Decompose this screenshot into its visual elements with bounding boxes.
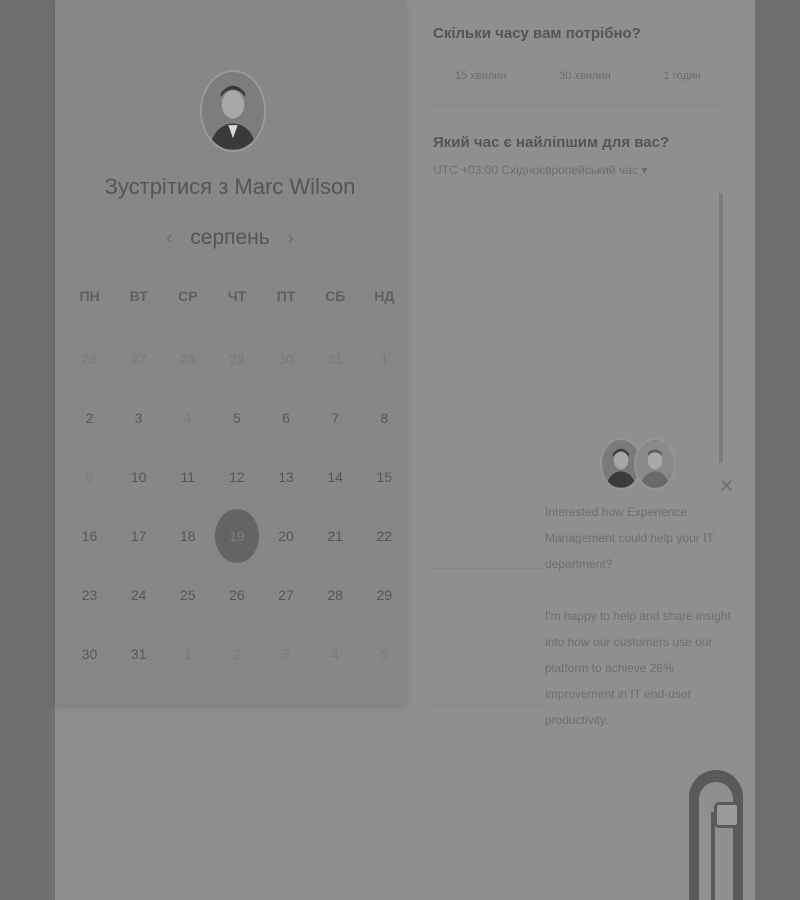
calendar-day[interactable]: 5 bbox=[212, 407, 261, 429]
calendar-day[interactable]: 15 bbox=[360, 466, 409, 488]
calendar-day: 5 bbox=[380, 646, 389, 662]
calendar-day: 28 bbox=[180, 351, 196, 367]
calendar-day[interactable]: 26 bbox=[212, 584, 261, 606]
calendar-week: 23 24 25 26 27 28 29 bbox=[65, 584, 409, 606]
calendar-day: 4 bbox=[331, 646, 340, 662]
calendar-day[interactable]: 14 bbox=[311, 466, 360, 488]
month-label: серпень bbox=[190, 226, 270, 249]
agent-avatars bbox=[600, 436, 680, 492]
duration-question: Скільки часу вам потрібно? bbox=[433, 25, 641, 42]
calendar-week: 26 27 28 29 30 31 1 bbox=[65, 348, 409, 370]
weekday-label: ЧТ bbox=[227, 288, 247, 304]
calendar-day[interactable]: 20 bbox=[262, 525, 311, 547]
calendar-week: 30 31 1 2 3 4 5 bbox=[65, 643, 409, 665]
duration-option-60[interactable]: 1 годин bbox=[664, 70, 701, 82]
calendar-day: 31 bbox=[327, 351, 343, 367]
calendar-day: 9 bbox=[85, 469, 94, 485]
calendar-day[interactable]: 3 bbox=[114, 407, 163, 429]
calendar-day[interactable]: 12 bbox=[212, 466, 261, 488]
chevron-left-icon[interactable]: ‹ bbox=[166, 228, 172, 249]
month-navigation: ‹ серпень › bbox=[55, 224, 405, 252]
calendar-week: 2 3 4 5 6 7 8 bbox=[65, 407, 409, 429]
chat-popup: ✕ Interested how Experience Management c… bbox=[545, 436, 755, 736]
calendar-week: 9 10 11 12 13 14 15 bbox=[65, 466, 409, 488]
calendar-week: 16 17 18 19 20 21 22 bbox=[65, 525, 409, 547]
calendar-day[interactable]: 29 bbox=[360, 584, 409, 606]
weekday-header: ПН ВТ СР ЧТ ПТ СБ НД bbox=[65, 288, 409, 304]
weekday-label: СР bbox=[178, 288, 198, 304]
calendar-day: 26 bbox=[81, 351, 98, 367]
chat-message-2: I'm happy to help and share insight into… bbox=[545, 609, 731, 727]
time-slot[interactable]: 15:45 bbox=[533, 217, 653, 229]
time-slot-scrollbar[interactable] bbox=[719, 193, 723, 463]
time-slot[interactable]: 16:00 bbox=[533, 281, 653, 293]
chat-launcher-inner bbox=[699, 782, 740, 900]
host-avatar bbox=[200, 70, 266, 152]
calendar-day[interactable]: 18 bbox=[163, 525, 212, 547]
calendar-day[interactable]: 10 bbox=[114, 466, 163, 488]
calendar-card: Зустрітися з Marc Wilson ‹ серпень › ПН … bbox=[55, 0, 405, 705]
scheduler-page: Зустрітися з Marc Wilson ‹ серпень › ПН … bbox=[55, 0, 755, 900]
calendar-day: 3 bbox=[282, 646, 290, 662]
calendar-day: 27 bbox=[130, 351, 147, 367]
agent-avatar-image bbox=[636, 440, 674, 488]
timezone-dropdown[interactable]: UTC +03:00 Східноєвропейський час ▾ bbox=[433, 163, 647, 177]
calendar-day[interactable]: 16 bbox=[65, 525, 114, 547]
calendar-day[interactable]: 7 bbox=[311, 407, 360, 429]
chat-message-1: Interested how Experience Management cou… bbox=[545, 505, 714, 571]
calendar-day: 2 bbox=[233, 646, 241, 662]
calendar-day[interactable]: 22 bbox=[360, 525, 409, 547]
duration-options: 15 хвилин 30 хвилин 1 годин bbox=[433, 70, 723, 82]
calendar-day[interactable]: 27 bbox=[262, 584, 311, 606]
calendar-day[interactable]: 6 bbox=[262, 407, 311, 429]
time-slot[interactable]: 16:30 bbox=[533, 408, 653, 420]
calendar-day[interactable]: 23 bbox=[65, 584, 114, 606]
weekday-label: ПН bbox=[79, 288, 100, 304]
calendar-day: 4 bbox=[183, 410, 192, 426]
weekday-label: НД bbox=[374, 288, 395, 304]
time-slot[interactable]: 16:15 bbox=[533, 344, 653, 356]
host-avatar-image bbox=[202, 72, 264, 150]
calendar-day: 1 bbox=[380, 351, 389, 367]
weekday-label: ПТ bbox=[276, 288, 296, 304]
calendar-day[interactable]: 8 bbox=[360, 407, 409, 429]
weekday-label: ВТ bbox=[129, 288, 148, 304]
calendar-day-selected-label: 19 bbox=[229, 528, 245, 544]
divider bbox=[433, 705, 543, 706]
calendar-day[interactable]: 11 bbox=[163, 466, 212, 488]
chat-launcher-button[interactable] bbox=[689, 770, 743, 900]
calendar-day-selected[interactable]: 19 bbox=[212, 525, 261, 547]
calendar-day[interactable]: 25 bbox=[163, 584, 212, 606]
calendar-day[interactable]: 28 bbox=[311, 584, 360, 606]
calendar-day[interactable]: 24 bbox=[114, 584, 163, 606]
divider bbox=[433, 568, 543, 569]
calendar-day[interactable]: 21 bbox=[311, 525, 360, 547]
divider bbox=[433, 105, 723, 106]
weekday-label: СБ bbox=[325, 288, 346, 304]
duration-option-15[interactable]: 15 хвилин bbox=[455, 70, 506, 82]
agent-avatar bbox=[634, 438, 676, 490]
meeting-title: Зустрітися з Marc Wilson bbox=[104, 174, 356, 199]
calendar-day[interactable]: 13 bbox=[262, 466, 311, 488]
duration-option-30[interactable]: 30 хвилин bbox=[559, 70, 610, 82]
chevron-right-icon[interactable]: › bbox=[288, 228, 294, 249]
close-icon[interactable]: ✕ bbox=[719, 476, 734, 497]
calendar-day[interactable]: 2 bbox=[65, 407, 114, 429]
chat-icon bbox=[714, 802, 740, 828]
time-question: Який час є найліпшим для вас? bbox=[433, 134, 670, 151]
calendar-day[interactable]: 30 bbox=[65, 643, 114, 665]
calendar-day: 30 bbox=[278, 351, 294, 367]
calendar-day: 29 bbox=[229, 351, 245, 367]
calendar-day[interactable]: 31 bbox=[114, 643, 163, 665]
chat-message: Interested how Experience Management cou… bbox=[545, 499, 735, 733]
calendar-day[interactable]: 17 bbox=[114, 525, 163, 547]
calendar-day: 1 bbox=[183, 646, 192, 662]
